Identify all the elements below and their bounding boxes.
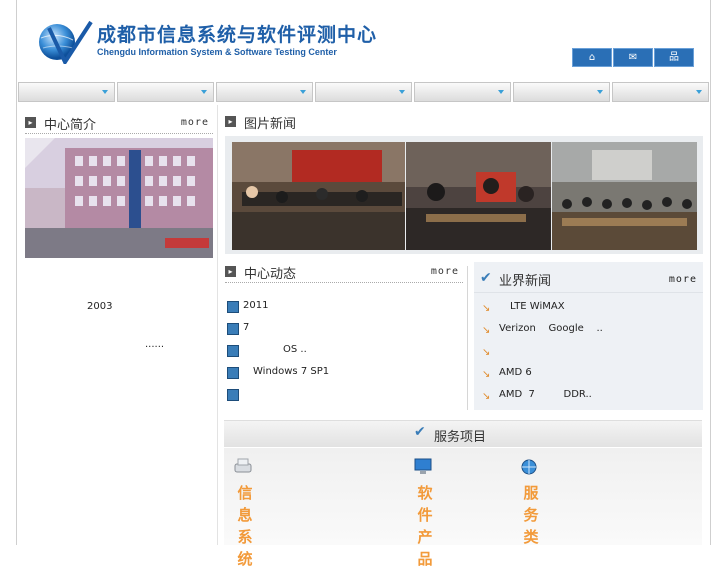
center-news-more-link[interactable]: more — [431, 266, 459, 277]
monitor-icon — [414, 458, 432, 474]
chevron-down-icon — [300, 90, 306, 94]
sitemap-icon: 品 — [669, 52, 679, 63]
rss-icon: ↘ — [482, 347, 491, 358]
drive-icon — [234, 458, 252, 473]
industry-news-title: 业界新闻 — [499, 274, 552, 289]
intro-text-line-2: ...... — [145, 339, 165, 350]
nav-item-7[interactable] — [612, 82, 709, 102]
chevron-down-icon — [597, 90, 603, 94]
news-icon — [227, 367, 239, 379]
news-icon — [227, 389, 239, 401]
center-news-title: 中心动态 — [244, 267, 297, 282]
sitemap-button[interactable]: 品 — [654, 48, 694, 67]
home-button[interactable]: ⌂ — [572, 48, 612, 67]
arrow-bullet-icon: ▸ — [25, 117, 36, 128]
site-title-cn: 成都市信息系统与软件评测中心 — [97, 24, 378, 46]
photo-news-title: 图片新闻 — [244, 117, 297, 132]
news-photo-1[interactable] — [232, 142, 405, 250]
check-icon: ✔ — [480, 270, 492, 286]
intro-section-header: ▸ 中心简介 more — [25, 113, 213, 134]
rss-icon: ↘ — [482, 391, 491, 402]
news-icon — [227, 345, 239, 357]
rss-icon: ↘ — [482, 325, 491, 336]
nav-item-5[interactable] — [414, 82, 511, 102]
chevron-down-icon — [201, 90, 207, 94]
rss-icon: ↘ — [482, 369, 491, 380]
check-icon: ✔ — [414, 424, 426, 440]
home-icon: ⌂ — [588, 52, 596, 63]
news-photo-2[interactable] — [406, 142, 551, 250]
logo-globe-icon — [39, 20, 93, 64]
services-title: 服务项目 — [434, 430, 487, 445]
nav-item-1[interactable] — [18, 82, 115, 102]
center-news-header: ▸ 中心动态 more — [225, 262, 463, 283]
news-icon — [227, 301, 239, 313]
main-nav — [17, 82, 710, 102]
center-news-list: 2011 7 OS .. Windows 7 SP1 — [227, 299, 457, 409]
chevron-down-icon — [696, 90, 702, 94]
nav-item-4[interactable] — [315, 82, 412, 102]
industry-news-more-link[interactable]: more — [669, 274, 697, 285]
chevron-down-icon — [399, 90, 405, 94]
intro-title: 中心简介 — [44, 118, 97, 133]
arrow-bullet-icon: ▸ — [225, 116, 236, 127]
arrow-bullet-icon: ▸ — [225, 266, 236, 277]
rss-icon: ↘ — [482, 303, 491, 314]
nav-item-2[interactable] — [117, 82, 214, 102]
nav-item-3[interactable] — [216, 82, 313, 102]
news-icon — [227, 323, 239, 335]
chevron-down-icon — [498, 90, 504, 94]
photo-news-strip — [225, 136, 703, 254]
chevron-down-icon — [102, 90, 108, 94]
services-header: ✔ 服务项目 — [224, 420, 702, 447]
intro-more-link[interactable]: more — [181, 117, 209, 128]
page-container: 成都市信息系统与软件评测中心 Chengdu Information Syste… — [16, 0, 711, 568]
news-photo-3[interactable] — [552, 142, 697, 250]
globe-icon — [521, 459, 537, 475]
news-divider — [467, 266, 468, 410]
bookmark-icon: ✉ — [628, 52, 638, 63]
industry-news-panel: ✔ 业界新闻 more ↘ LTE WiMAX ↘ Verizon Google .… — [474, 262, 703, 410]
services-panel: 信息系统 软件产品 服务类 — [224, 448, 702, 568]
site-title-en: Chengdu Information System & Software Te… — [97, 47, 337, 57]
divider — [474, 292, 703, 293]
nav-item-6[interactable] — [513, 82, 610, 102]
photo-news-header: ▸ 图片新闻 — [225, 112, 703, 132]
favorite-button[interactable]: ✉ — [613, 48, 653, 67]
intro-text-line-1: 2003 — [87, 301, 113, 312]
intro-building-photo — [25, 138, 213, 258]
column-divider — [217, 105, 218, 545]
